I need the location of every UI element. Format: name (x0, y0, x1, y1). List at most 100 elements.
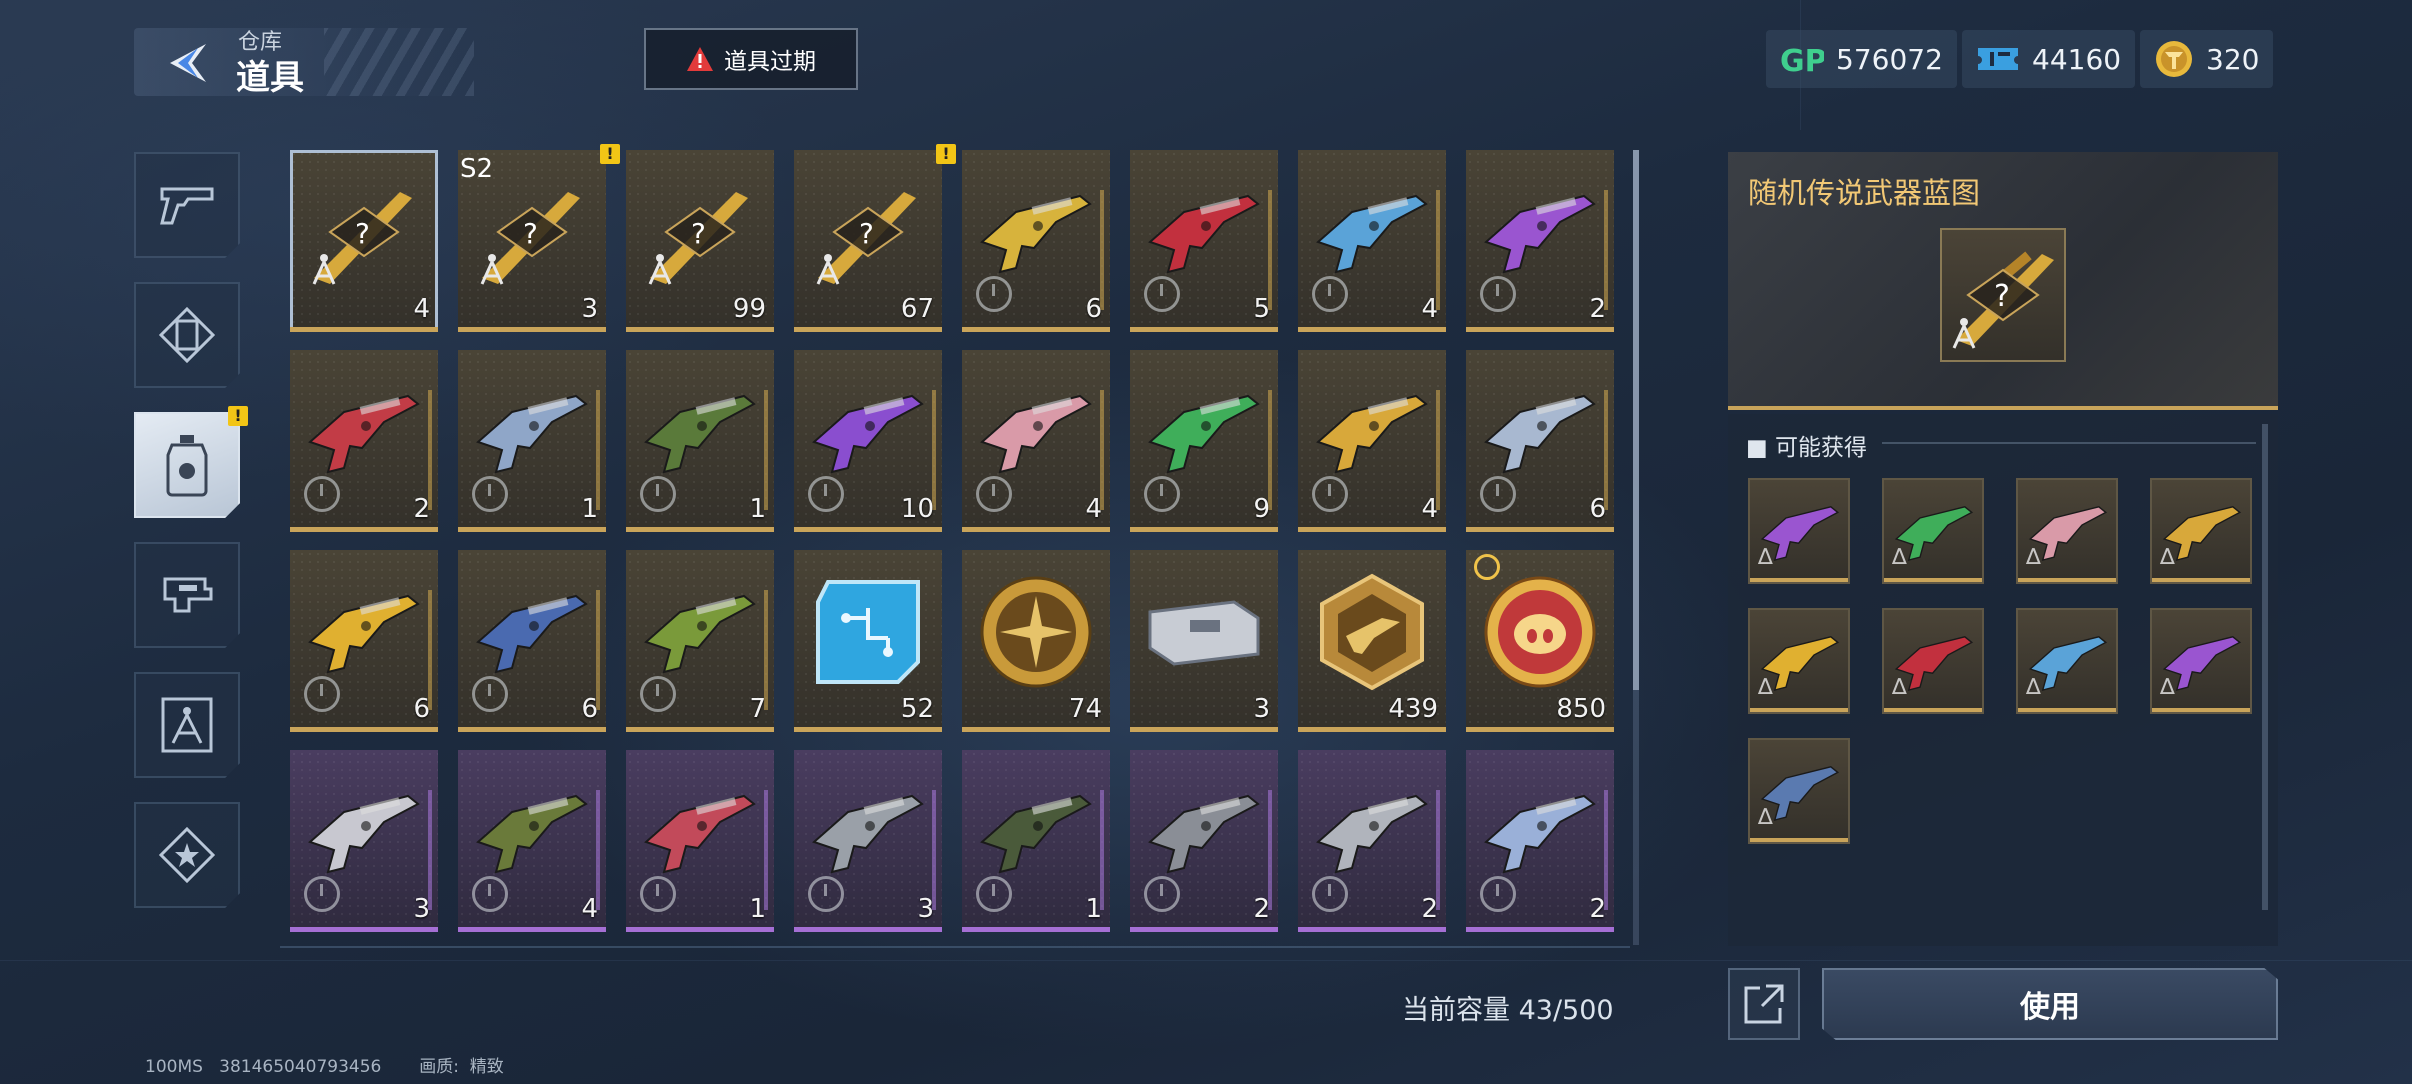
inventory-item[interactable]: 6 (458, 550, 606, 732)
inventory-item[interactable]: 6 (290, 550, 438, 732)
rarity-edge (1604, 390, 1608, 510)
item-quantity: 4 (1421, 494, 1438, 524)
inventory-item[interactable]: 3 (290, 750, 438, 932)
inventory-item[interactable]: 1 (626, 350, 774, 532)
item-quantity: 10 (900, 494, 934, 524)
timer-icon (808, 876, 844, 912)
gun-part-icon (163, 577, 213, 613)
back-button[interactable] (162, 38, 212, 88)
weapon-icon (1148, 794, 1260, 874)
expire-items-button[interactable]: 道具过期 (644, 28, 858, 90)
inventory-item[interactable]: 9 (1130, 350, 1278, 532)
possible-reward-item[interactable]: ∆ (2150, 478, 2252, 584)
item-quantity: 3 (581, 294, 598, 324)
rarity-bar (962, 927, 1110, 932)
inventory-item[interactable]: 1 (458, 350, 606, 532)
item-quantity: 2 (1253, 894, 1270, 924)
inventory-item[interactable]: 2 (1466, 750, 1614, 932)
inventory-item[interactable]: 6 (1466, 350, 1614, 532)
inventory-item[interactable]: ? 4 (290, 150, 438, 332)
detail-scrollbar[interactable] (2262, 424, 2268, 910)
inventory-item[interactable]: 74 (962, 550, 1110, 732)
inventory-item[interactable]: 2 (1130, 750, 1278, 932)
rarity-bar (1298, 727, 1446, 732)
grid-scrollbar-thumb[interactable] (1633, 150, 1639, 690)
rarity-bar (962, 327, 1110, 332)
timer-icon (976, 876, 1012, 912)
possible-reward-item[interactable]: ∆ (1882, 478, 1984, 584)
inventory-item[interactable]: 4 (1298, 350, 1446, 532)
timer-icon (1312, 476, 1348, 512)
blueprint-icon: ? (480, 192, 580, 285)
inventory-item[interactable]: 1 (626, 750, 774, 932)
season-tag: S2 (460, 154, 494, 184)
svg-text:?: ? (691, 217, 706, 250)
inventory-item[interactable]: ? 99 (626, 150, 774, 332)
rarity-edge (764, 590, 768, 710)
item-quantity: 6 (413, 694, 430, 724)
currency-token-value: 320 (2206, 42, 2260, 76)
possible-reward-item[interactable]: ∆ (1748, 738, 1850, 844)
item-quantity: 1 (1085, 894, 1102, 924)
currency-token[interactable]: 320 (2140, 30, 2274, 88)
weapon-icon (1484, 394, 1596, 474)
inventory-item[interactable]: 5 (1130, 150, 1278, 332)
rarity-bar (794, 927, 942, 932)
inventory-item[interactable]: 3 (1130, 550, 1278, 732)
detail-item-icon: ? (1940, 228, 2066, 362)
weapon-icon (476, 794, 588, 874)
tab-skins[interactable] (134, 282, 240, 388)
tab-blueprints[interactable] (134, 672, 240, 778)
item-quantity: 4 (1421, 294, 1438, 324)
use-button[interactable]: 使用 (1822, 968, 2278, 1040)
inventory-item[interactable]: 1 (962, 750, 1110, 932)
currency-ticket[interactable]: 44160 (1962, 30, 2136, 88)
timer-icon (640, 676, 676, 712)
inventory-item[interactable]: 10 (794, 350, 942, 532)
rarity-bar (626, 327, 774, 332)
inventory-item[interactable]: 2 (1298, 750, 1446, 932)
star-badge-icon (159, 827, 215, 883)
tab-attachments[interactable] (134, 542, 240, 648)
possible-reward-item[interactable]: ∆ (1882, 608, 1984, 714)
tab-badges[interactable] (134, 802, 240, 908)
item-quantity: 4 (413, 294, 430, 324)
inventory-item[interactable]: 4 (458, 750, 606, 932)
possible-reward-item[interactable]: ∆ (1748, 608, 1850, 714)
inventory-item[interactable]: 4 (1298, 150, 1446, 332)
inventory-item[interactable]: 52 (794, 550, 942, 732)
timer-icon (304, 476, 340, 512)
weapon-icon (476, 394, 588, 474)
rarity-edge (1436, 390, 1440, 510)
tab-weapons[interactable] (134, 152, 240, 258)
compass-icon: ∆ (1892, 545, 1907, 570)
compass-icon: ∆ (2026, 675, 2041, 700)
rarity-edge (428, 590, 432, 710)
svg-text:?: ? (523, 217, 538, 250)
rarity-edge (1604, 790, 1608, 910)
inventory-item[interactable]: 439 (1298, 550, 1446, 732)
currency-gp[interactable]: GP 576072 (1766, 30, 1957, 88)
possible-reward-item[interactable]: ∆ (1748, 478, 1850, 584)
inventory-item[interactable]: 4 (962, 350, 1110, 532)
item-quantity: 74 (1068, 694, 1102, 724)
inventory-item[interactable]: ? 67 (794, 150, 942, 332)
inventory-item[interactable]: 2 (290, 350, 438, 532)
possible-reward-item[interactable]: ∆ (2016, 478, 2118, 584)
rarity-edge (596, 790, 600, 910)
rarity-edge (428, 390, 432, 510)
item-quantity: 67 (900, 294, 934, 324)
inventory-item[interactable]: 6 (962, 150, 1110, 332)
rarity-edge (1100, 390, 1104, 510)
rarity-edge (1100, 790, 1104, 910)
share-button[interactable] (1728, 968, 1800, 1040)
possible-reward-item[interactable]: ∆ (2016, 608, 2118, 714)
timer-icon (1312, 276, 1348, 312)
timer-icon (1480, 276, 1516, 312)
possible-reward-item[interactable]: ∆ (2150, 608, 2252, 714)
inventory-item[interactable]: 2 (1466, 150, 1614, 332)
inventory-item[interactable]: 7 (626, 550, 774, 732)
inventory-item[interactable]: 3 (794, 750, 942, 932)
expire-items-label: 道具过期 (724, 49, 816, 75)
tab-items[interactable] (134, 412, 240, 518)
